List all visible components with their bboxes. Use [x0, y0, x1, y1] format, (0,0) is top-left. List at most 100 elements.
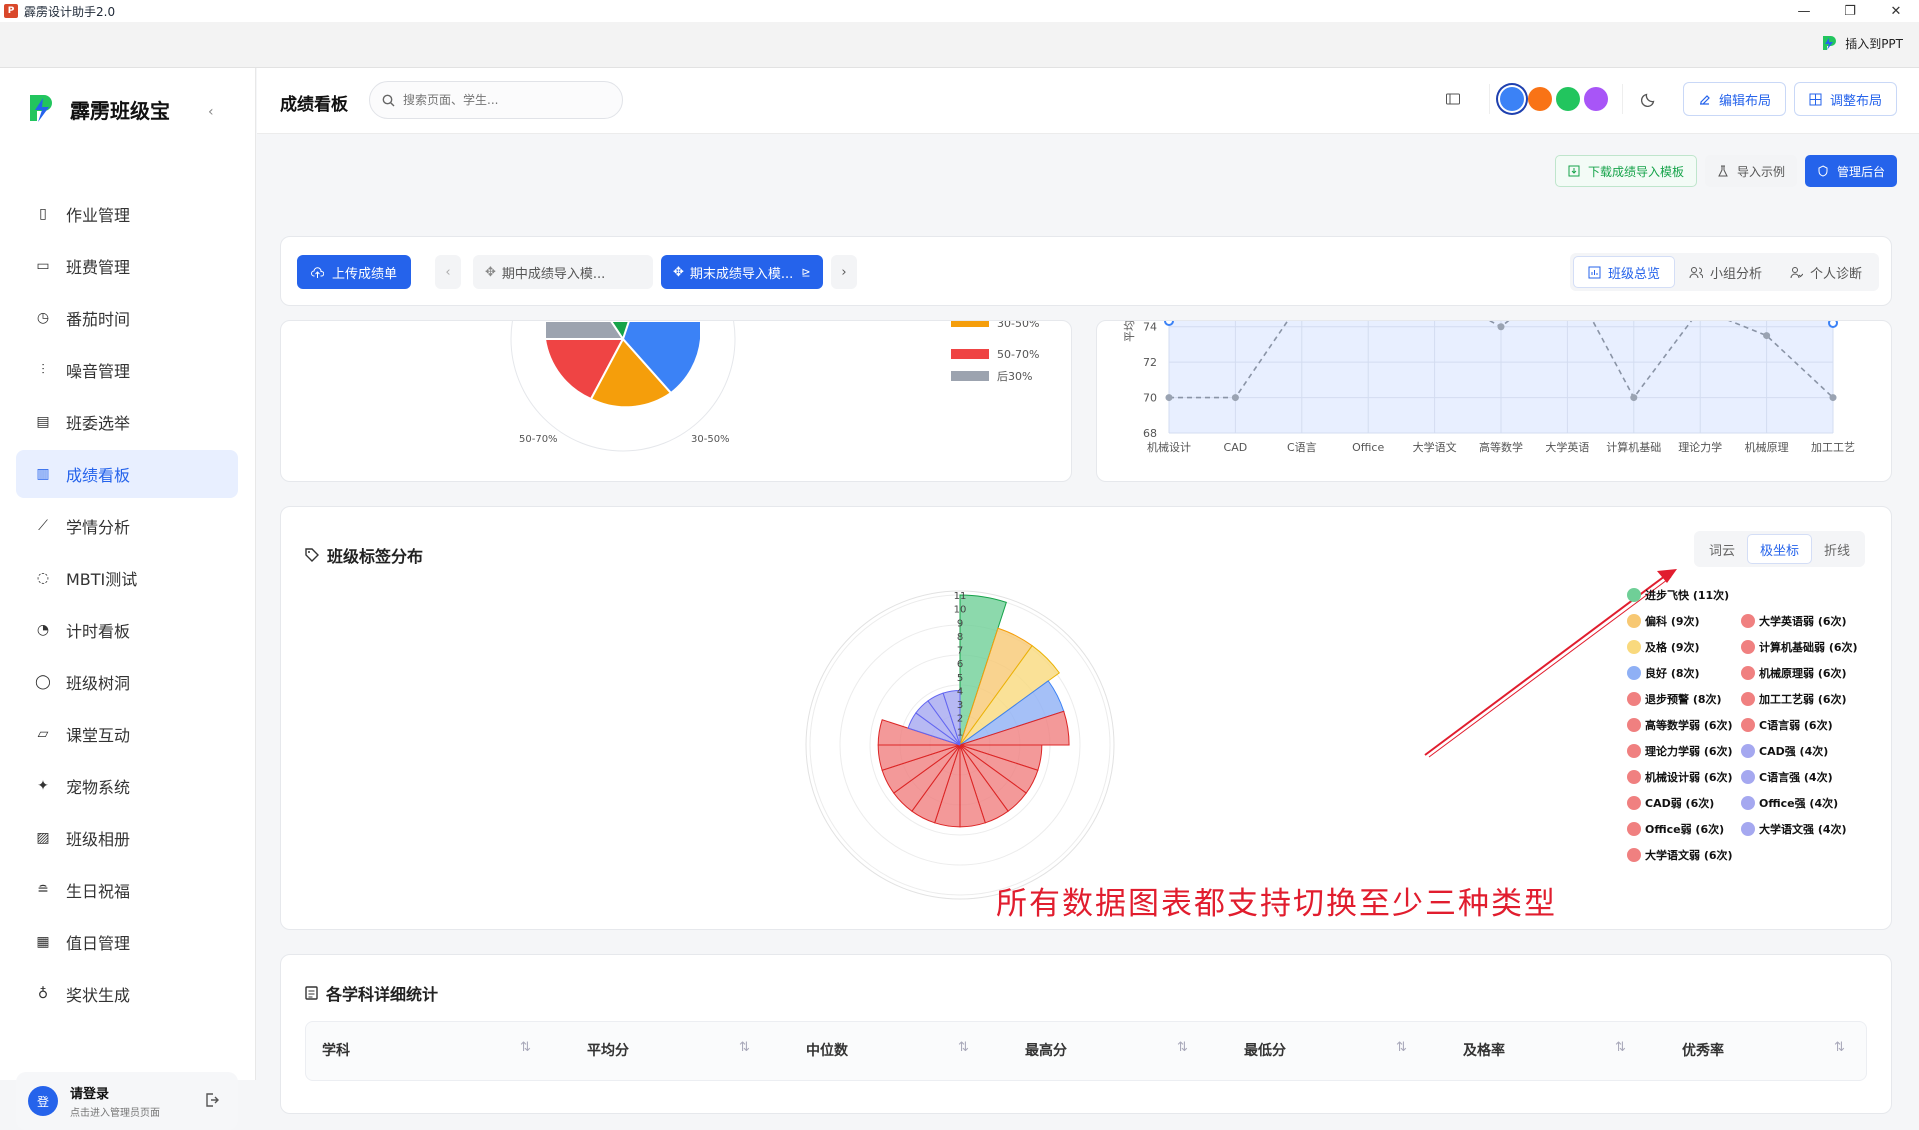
sidebar-item-1[interactable]: ▭ 班费管理	[16, 242, 238, 290]
legend-item[interactable]: 理论力学弱 (6次)	[1627, 743, 1733, 759]
edit-layout-button[interactable]: 编辑布局	[1682, 82, 1786, 116]
sidebar-item-13[interactable]: ≘ 生日祝福	[16, 866, 238, 914]
theme-blue-swatch[interactable]	[1499, 87, 1524, 111]
legend-item[interactable]: 加工工艺弱 (6次)	[1741, 691, 1847, 707]
view-class-overview[interactable]: 班级总览	[1572, 256, 1675, 288]
view-group-analysis[interactable]: 小组分析	[1675, 256, 1776, 288]
column-header[interactable]: 优秀率	[1682, 1040, 1724, 1060]
column-header[interactable]: 平均分	[587, 1040, 629, 1060]
tab-file-midterm[interactable]: ✥ 期中成绩导入模...	[473, 255, 653, 289]
data-point[interactable]	[1231, 394, 1239, 402]
sidebar-item-12[interactable]: ▨ 班级相册	[16, 814, 238, 862]
brand-logo-icon	[1823, 36, 1837, 50]
column-header[interactable]: 及格率	[1463, 1040, 1505, 1060]
legend-item[interactable]: Office弱 (6次)	[1627, 821, 1724, 837]
data-point[interactable]	[1829, 394, 1837, 402]
sort-icon[interactable]: ⇅	[1834, 1040, 1845, 1055]
sidebar-item-7[interactable]: ◌ MBTI测试	[16, 554, 238, 602]
legend-item[interactable]: CAD弱 (6次)	[1627, 795, 1714, 811]
legend-item[interactable]: 大学英语弱 (6次)	[1741, 613, 1847, 629]
sidebar-item-11[interactable]: ✦ 宠物系统	[16, 762, 238, 810]
sidebar-item-14[interactable]: ▦ 值日管理	[16, 918, 238, 966]
sidebar-item-9[interactable]: ◯ 班级树洞	[16, 658, 238, 706]
data-point[interactable]	[1630, 394, 1638, 402]
sidebar-item-5[interactable]: ▥ 成绩看板	[16, 450, 238, 498]
search-input[interactable]	[403, 93, 603, 107]
legend-label: 加工工艺弱 (6次)	[1759, 693, 1847, 706]
search-icon	[382, 94, 395, 106]
legend-item[interactable]: C语言强 (4次)	[1741, 769, 1833, 785]
sidebar-item-2[interactable]: ◷ 番茄时间	[16, 294, 238, 342]
sort-icon[interactable]: ⇅	[1396, 1040, 1407, 1055]
column-header[interactable]: 最低分	[1244, 1040, 1286, 1060]
theme-green-swatch[interactable]	[1555, 87, 1580, 111]
data-point[interactable]	[1763, 332, 1771, 340]
sidebar-item-6[interactable]: ⟋ 学情分析	[16, 502, 238, 550]
sort-icon[interactable]: ⇅	[1177, 1040, 1188, 1055]
theme-purple-swatch[interactable]	[1583, 87, 1608, 111]
column-header[interactable]: 学科	[322, 1040, 350, 1060]
close-button[interactable]: ✕	[1873, 0, 1919, 22]
ballot-icon: ▤	[36, 414, 50, 430]
legend-item[interactable]: 机械设计弱 (6次)	[1627, 769, 1733, 785]
legend-item[interactable]: 偏科 (9次)	[1627, 613, 1700, 629]
tab-file-final[interactable]: ✥ 期末成绩导入模... ⊵	[661, 255, 823, 289]
sort-icon[interactable]: ⇅	[520, 1040, 531, 1055]
insert-to-ppt-button[interactable]: 插入到PPT	[1820, 34, 1903, 52]
theme-orange-swatch[interactable]	[1527, 87, 1552, 111]
minimize-button[interactable]: —	[1781, 0, 1827, 22]
legend-item[interactable]: 及格 (9次)	[1627, 639, 1700, 655]
legend-item[interactable]: Office强 (4次)	[1741, 795, 1838, 811]
restore-button[interactable]: ❐	[1827, 0, 1873, 22]
sidebar-item-4[interactable]: ▤ 班委选举	[16, 398, 238, 446]
range-handle-left[interactable]	[1164, 321, 1174, 326]
search-box[interactable]	[369, 81, 623, 119]
legend-item[interactable]: 高等数学弱 (6次)	[1627, 717, 1733, 733]
collapse-sidebar-icon[interactable]: ‹	[208, 104, 214, 120]
sidebar-item-8[interactable]: ◔ 计时看板	[16, 606, 238, 654]
data-point[interactable]	[1497, 323, 1505, 331]
sort-icon[interactable]: ⇅	[1615, 1040, 1626, 1055]
sidebar-item-0[interactable]: ▯ 作业管理	[16, 190, 238, 238]
legend-item[interactable]: 退步预警 (8次)	[1627, 691, 1722, 707]
upload-button[interactable]: 上传成绩单	[297, 255, 412, 289]
range-handle-right[interactable]	[1828, 321, 1838, 328]
column-header[interactable]: 中位数	[806, 1040, 848, 1060]
admin-button[interactable]: 管理后台	[1804, 155, 1897, 187]
legend-swatch	[1741, 718, 1755, 732]
chat-icon: ◯	[35, 674, 51, 690]
tabs-next-button[interactable]: ›	[831, 255, 857, 289]
legend-item[interactable]: 进步飞快 (11次)	[1627, 587, 1729, 603]
move-icon: ✥	[673, 264, 684, 280]
legend-item[interactable]: 良好 (8次)	[1627, 665, 1700, 681]
adjust-layout-button[interactable]: 调整布局	[1793, 82, 1897, 116]
download-template-button[interactable]: 下载成绩导入模板	[1554, 155, 1697, 187]
radial-tick-label: 3	[957, 700, 963, 711]
sidebar-item-3[interactable]: ⫶ 噪音管理	[16, 346, 238, 394]
column-header[interactable]: 最高分	[1025, 1040, 1067, 1060]
pie-label-30-50: 30-50%	[691, 434, 730, 445]
legend-swatch-bottom30	[951, 371, 989, 381]
dark-mode-icon[interactable]	[1640, 91, 1657, 107]
tabs-prev-button[interactable]: ‹	[435, 255, 461, 289]
legend-label: C语言弱 (6次)	[1759, 719, 1833, 732]
view-personal-diagnosis[interactable]: 个人诊断	[1776, 256, 1876, 288]
data-point[interactable]	[1165, 394, 1173, 402]
calendar-icon: ▦	[36, 934, 50, 950]
legend-item[interactable]: 大学语文强 (4次)	[1741, 821, 1847, 837]
legend-item[interactable]: 大学语文弱 (6次)	[1627, 847, 1733, 863]
import-example-button[interactable]: 导入示例	[1704, 155, 1797, 187]
logout-icon[interactable]	[204, 1092, 220, 1108]
sidebar-item-10[interactable]: ▱ 课堂互动	[16, 710, 238, 758]
legend-item[interactable]: CAD强 (4次)	[1741, 743, 1828, 759]
sort-icon[interactable]: ⇅	[739, 1040, 750, 1055]
panel-toggle-icon[interactable]	[1445, 91, 1461, 107]
legend-swatch	[1627, 614, 1641, 628]
legend-item[interactable]: 计算机基础弱 (6次)	[1741, 639, 1858, 655]
legend-item[interactable]: 机械原理弱 (6次)	[1741, 665, 1847, 681]
sort-icon[interactable]: ⇅	[958, 1040, 969, 1055]
login-panel[interactable]: 登 请登录 点击进入管理员页面	[16, 1072, 238, 1130]
legend-item[interactable]: C语言弱 (6次)	[1741, 717, 1833, 733]
tab-file-final-label: 期末成绩导入模...	[689, 266, 794, 282]
sidebar-item-15[interactable]: ♁ 奖状生成	[16, 970, 238, 1018]
